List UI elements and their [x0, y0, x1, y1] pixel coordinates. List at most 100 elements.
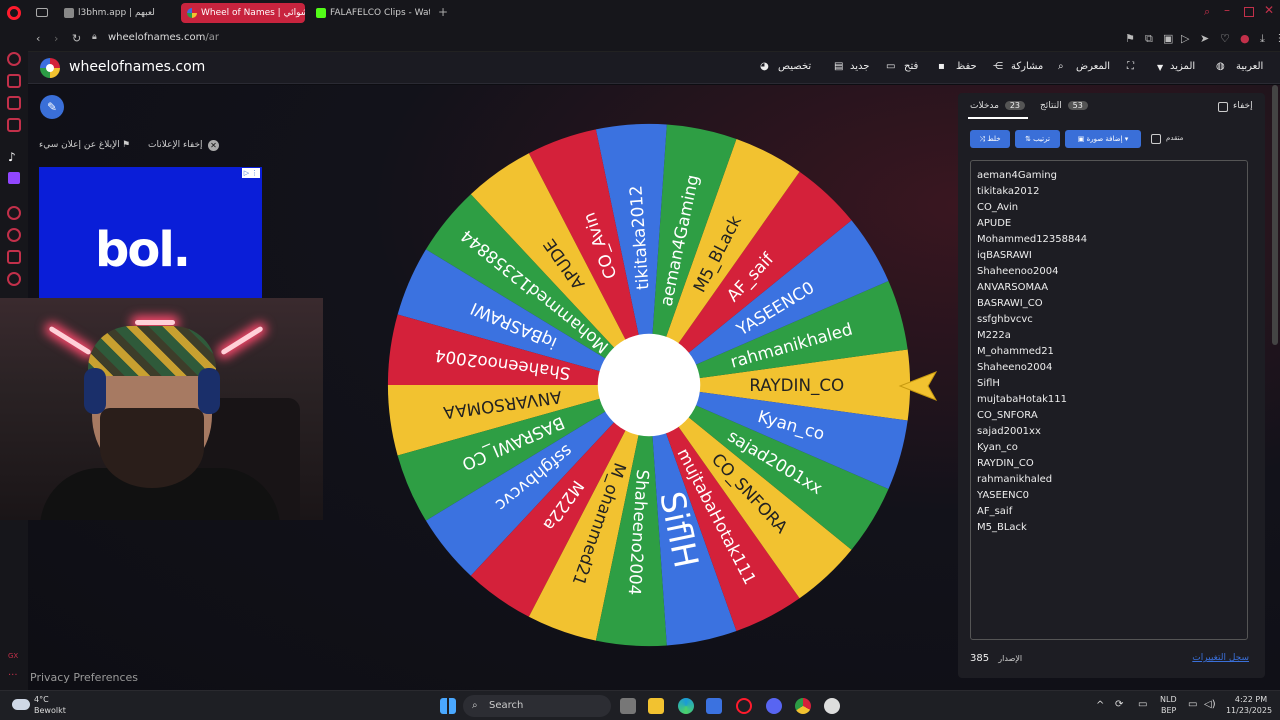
new-tab-plus-icon[interactable]: +	[438, 5, 448, 19]
weather-desc[interactable]: Bewolkt	[34, 706, 66, 715]
page-scrollbar[interactable]	[1272, 85, 1278, 345]
entry-line[interactable]: sajad2001xx	[977, 424, 1241, 440]
opera-gx-icon[interactable]	[736, 698, 752, 714]
chevron-down-icon[interactable]: ▼	[1157, 63, 1163, 72]
gx-icon[interactable]	[7, 74, 21, 88]
language-button[interactable]: العربية	[1236, 61, 1263, 72]
share-button[interactable]: مشاركة	[1011, 61, 1043, 72]
tab-search-icon[interactable]: ⌕	[1204, 5, 1210, 19]
network-icon[interactable]: ▭	[1188, 699, 1197, 710]
entry-line[interactable]: Shaheenoo2004	[977, 264, 1241, 280]
entry-line[interactable]: M222a	[977, 328, 1241, 344]
privacy-preferences-link[interactable]: Privacy Preferences	[30, 671, 138, 684]
tray-app-icon[interactable]: ⟳	[1115, 699, 1123, 710]
wheel-logo-icon[interactable]	[40, 58, 60, 78]
url-field[interactable]: wheelofnames.com/ar	[108, 32, 219, 43]
fullscreen-icon[interactable]: ⛶	[1127, 61, 1134, 72]
weather-cloud-icon[interactable]	[12, 699, 30, 710]
customize-icon[interactable]: ◕	[760, 61, 769, 72]
twitch-sidebar-icon[interactable]	[7, 118, 21, 132]
entry-line[interactable]: SiflH	[977, 376, 1241, 392]
entry-line[interactable]: aeman4Gaming	[977, 168, 1241, 184]
name-wheel[interactable]: RAYDIN_COrahmanikhaledYASEENC0AF_saifM5_…	[383, 119, 915, 651]
flag-icon[interactable]: ⚑	[122, 140, 130, 150]
chrome-icon[interactable]	[795, 698, 811, 714]
player-icon[interactable]: ▷	[1181, 32, 1189, 45]
entry-line[interactable]: Mohammed12358844	[977, 232, 1241, 248]
wheel-center[interactable]	[597, 333, 701, 437]
entry-line[interactable]: YASEENC0	[977, 488, 1241, 504]
open-button[interactable]: فتح	[904, 61, 918, 72]
volume-icon[interactable]: ◁)	[1204, 699, 1216, 710]
edge-icon[interactable]	[678, 698, 694, 714]
twitch-icon[interactable]	[8, 172, 20, 184]
shuffle-button[interactable]: ⤨ خلط	[970, 130, 1010, 148]
entry-line[interactable]: AF_saif	[977, 504, 1241, 520]
tab-results[interactable]: النتائج 53	[1040, 101, 1088, 111]
entry-line[interactable]: mujtabaHotak111	[977, 392, 1241, 408]
forward-icon[interactable]: ›	[54, 32, 58, 45]
entry-line[interactable]: Shaheeno2004	[977, 360, 1241, 376]
tab-entries[interactable]: مدخلات 23	[970, 101, 1026, 111]
clock-date[interactable]: 11/23/2025	[1222, 706, 1276, 715]
close-window-icon[interactable]: ✕	[1264, 3, 1274, 17]
hide-checkbox[interactable]	[1218, 102, 1228, 112]
gallery-search-icon[interactable]: ⌕	[1058, 61, 1064, 72]
entry-line[interactable]: BASRAWI_CO	[977, 296, 1241, 312]
entry-line[interactable]: RAYDIN_CO	[977, 456, 1241, 472]
entry-line[interactable]: rahmanikhaled	[977, 472, 1241, 488]
obs-icon[interactable]	[824, 698, 840, 714]
history-icon[interactable]	[7, 228, 21, 242]
tray-chevron-up-icon[interactable]: ^	[1096, 700, 1104, 711]
file-explorer-icon[interactable]	[648, 698, 664, 714]
more-sidebar-icon[interactable]: ···	[8, 670, 18, 681]
minimize-icon[interactable]: –	[1224, 3, 1230, 17]
opera-logo-icon[interactable]	[7, 6, 21, 20]
entry-line[interactable]: CO_Avin	[977, 200, 1241, 216]
download-icon[interactable]: ⤓	[1260, 32, 1265, 46]
settings-icon[interactable]	[7, 272, 21, 286]
store-icon[interactable]	[706, 698, 722, 714]
discord-icon[interactable]	[766, 698, 782, 714]
more-button[interactable]: المزيد	[1170, 61, 1195, 72]
send-icon[interactable]: ➤	[1200, 32, 1209, 45]
entry-line[interactable]: Kyan_co	[977, 440, 1241, 456]
report-ad-link[interactable]: الإبلاغ عن إعلان سيء	[39, 140, 120, 150]
tab-wheel-of-names[interactable]: Wheel of Names | عشوائي	[181, 3, 305, 23]
entries-textarea[interactable]: aeman4Gaming tikitaka2012 CO_Avin APUDE Moha…	[970, 160, 1248, 640]
entry-line[interactable]: tikitaka2012	[977, 184, 1241, 200]
windows-start-icon[interactable]	[440, 698, 456, 714]
tray-folder-icon[interactable]: ▭	[1138, 699, 1147, 710]
site-name[interactable]: wheelofnames.com	[69, 59, 205, 75]
entry-line[interactable]: CO_SNFORA	[977, 408, 1241, 424]
new-icon[interactable]: ▤	[834, 61, 843, 72]
gallery-button[interactable]: المعرض	[1076, 61, 1110, 72]
edit-pencil-icon[interactable]: ✎	[40, 95, 64, 119]
entry-line[interactable]: ANVARSOMAA	[977, 280, 1241, 296]
bookmark-icon[interactable]: ⚑	[1125, 32, 1135, 45]
entry-line[interactable]: M_ohammed21	[977, 344, 1241, 360]
weather-temp[interactable]: 4°C	[34, 695, 49, 704]
tiktok-icon[interactable]: ♪	[8, 150, 16, 164]
input-language[interactable]: NLD	[1160, 695, 1177, 704]
changelog-link[interactable]: سجل التغييرات	[1192, 653, 1249, 663]
hide-ads-link[interactable]: إخفاء الإعلانات	[148, 140, 203, 150]
advanced-checkbox[interactable]	[1151, 134, 1161, 144]
back-icon[interactable]: ‹	[36, 32, 40, 45]
taskbar-search[interactable]: ⌕ Search	[463, 695, 611, 717]
tab-manager-icon[interactable]	[36, 8, 48, 17]
entry-line[interactable]: ssfghbvcvc	[977, 312, 1241, 328]
new-button[interactable]: جديد	[850, 61, 869, 72]
entry-line[interactable]: M5_BLack	[977, 520, 1241, 536]
clock-time[interactable]: 4:22 PM	[1226, 695, 1276, 704]
snapshot-icon[interactable]: ⧉	[1145, 32, 1153, 46]
input-layout[interactable]: BEP	[1161, 706, 1176, 715]
ad-choices-icon[interactable]: ▷ ⋮	[242, 168, 260, 178]
save-button[interactable]: حفظ	[956, 61, 977, 72]
add-image-button[interactable]: ▣ إضافة صورة ▾	[1065, 130, 1141, 148]
entry-line[interactable]: iqBASRAWI	[977, 248, 1241, 264]
share-icon[interactable]: ⋲	[993, 61, 1003, 72]
maximize-icon[interactable]	[1244, 7, 1254, 17]
player-icon[interactable]	[7, 206, 21, 220]
sort-button[interactable]: ⇅ ترتيب	[1015, 130, 1060, 148]
